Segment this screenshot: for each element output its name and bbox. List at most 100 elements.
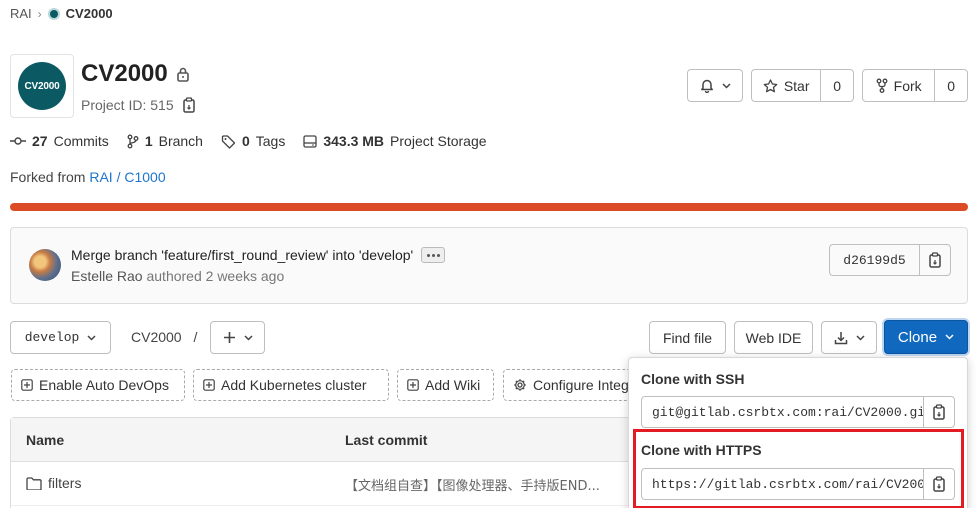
tags-label: Tags <box>255 133 286 149</box>
commit-title-row: Merge branch 'feature/first_round_review… <box>71 247 446 263</box>
download-icon <box>834 331 848 345</box>
lock-icon <box>176 66 190 82</box>
branch-count: 1 <box>144 133 153 149</box>
quick-action-label: Add Wiki <box>425 377 481 393</box>
add-wiki-button[interactable]: Add Wiki <box>397 369 494 401</box>
plus-square-icon <box>21 379 33 391</box>
tags-count: 0 <box>241 133 250 149</box>
web-ide-button[interactable]: Web IDE <box>734 321 813 354</box>
star-label: Star <box>783 77 810 94</box>
gear-icon <box>513 378 527 392</box>
plus-icon <box>223 331 236 344</box>
breadcrumb-project[interactable]: CV2000 <box>47 6 113 21</box>
forked-from: Forked from RAI / C1000 <box>10 169 166 185</box>
last-commit-panel: Merge branch 'feature/first_round_review… <box>10 227 968 304</box>
file-name-cell[interactable]: filters <box>26 475 81 491</box>
commits-label: Commits <box>53 133 109 149</box>
notification-dropdown[interactable] <box>687 69 743 102</box>
column-header-name: Name <box>26 432 65 448</box>
clone-ssh-label: Clone with SSH <box>641 371 745 387</box>
tags-stat[interactable]: 0 Tags <box>221 133 285 149</box>
tag-icon <box>221 134 236 149</box>
project-id: Project ID: 515 <box>81 97 196 113</box>
ellipsis-button[interactable] <box>421 247 446 263</box>
commit-sha[interactable]: d26199d5 <box>829 244 919 276</box>
clone-label: Clone <box>897 328 938 346</box>
copy-icon <box>932 404 946 420</box>
copy-icon[interactable] <box>182 97 196 113</box>
breadcrumb: RAI › CV2000 <box>10 6 113 21</box>
chevron-down-icon <box>721 82 731 89</box>
bell-icon <box>700 78 714 93</box>
commit-title[interactable]: Merge branch 'feature/first_round_review… <box>71 247 413 263</box>
project-stats: 27 Commits 1 Branch 0 Tags 343.3 MB Proj… <box>10 133 487 149</box>
star-button-group: Star 0 <box>751 69 854 102</box>
last-commit-message[interactable]: 【文档组自查】【图像处理器、手持版END... <box>345 475 600 494</box>
forked-from-link[interactable]: RAI / C1000 <box>89 169 165 185</box>
commit-author[interactable]: Estelle Rao <box>71 268 143 284</box>
branches-stat[interactable]: 1 Branch <box>127 133 203 149</box>
file-name: filters <box>48 475 82 491</box>
fork-label: Fork <box>893 77 922 94</box>
storage-icon <box>303 134 317 148</box>
commit-meta: Estelle Rao authored 2 weeks ago <box>71 268 284 284</box>
commits-stat[interactable]: 27 Commits <box>10 133 109 149</box>
fork-count[interactable]: 0 <box>935 70 967 101</box>
enable-auto-devops-button[interactable]: Enable Auto DevOps <box>11 369 185 401</box>
branch-icon <box>127 134 139 149</box>
fork-button-group: Fork 0 <box>862 69 968 102</box>
repo-path: CV2000 / <box>131 329 197 345</box>
commit-time: authored 2 weeks ago <box>142 268 285 284</box>
storage-size: 343.3 MB <box>323 133 385 149</box>
download-dropdown[interactable] <box>821 321 877 354</box>
fork-button[interactable]: Fork <box>863 70 936 101</box>
storage-label: Project Storage <box>390 133 487 149</box>
copy-ssh-url-button[interactable] <box>923 396 955 428</box>
project-mini-avatar <box>47 7 60 20</box>
branch-selector[interactable]: develop <box>10 321 111 354</box>
plus-square-icon <box>407 379 419 391</box>
chevron-down-icon <box>243 334 253 341</box>
star-count[interactable]: 0 <box>821 70 853 101</box>
https-highlight-box <box>633 429 964 508</box>
fork-icon <box>876 78 888 93</box>
forked-from-prefix: Forked from <box>10 169 90 185</box>
commit-sha-group: d26199d5 <box>829 244 951 276</box>
project-avatar[interactable]: CV2000 <box>10 54 74 118</box>
commits-count: 27 <box>32 133 48 149</box>
clone-dropdown: Clone with SSH git@gitlab.csrbtx.com:rai… <box>628 357 968 508</box>
avatar[interactable] <box>29 249 61 281</box>
chevron-down-icon <box>945 334 954 340</box>
copy-sha-button[interactable] <box>919 244 951 276</box>
breadcrumb-group[interactable]: RAI <box>10 6 32 21</box>
clone-ssh-input[interactable]: git@gitlab.csrbtx.com:rai/CV2000.git <box>641 396 923 428</box>
page-title: CV2000 <box>81 60 190 88</box>
chevron-down-icon <box>855 334 865 341</box>
repository-language-bar <box>10 203 968 211</box>
column-header-last-commit: Last commit <box>345 432 428 448</box>
add-to-tree-dropdown[interactable] <box>210 321 265 354</box>
folder-icon <box>26 476 42 490</box>
star-button[interactable]: Star <box>752 70 822 101</box>
copy-icon <box>928 252 942 268</box>
repo-path-root[interactable]: CV2000 <box>131 329 182 345</box>
quick-action-label: Add Kubernetes cluster <box>221 377 367 393</box>
branch-name: develop <box>24 330 80 345</box>
add-kubernetes-cluster-button[interactable]: Add Kubernetes cluster <box>193 369 389 401</box>
repo-path-separator: / <box>193 329 198 345</box>
breadcrumb-project-label: CV2000 <box>65 6 113 21</box>
find-file-button[interactable]: Find file <box>649 321 726 354</box>
project-id-label: Project ID: 515 <box>81 97 174 113</box>
project-avatar-text: CV2000 <box>18 62 66 110</box>
quick-action-label: Enable Auto DevOps <box>39 377 169 393</box>
chevron-right-icon: › <box>37 6 42 21</box>
chevron-down-icon <box>87 334 96 341</box>
clone-button[interactable]: Clone <box>884 320 968 354</box>
language-bar-fill <box>10 203 968 211</box>
star-icon <box>763 78 778 93</box>
storage-stat[interactable]: 343.3 MB Project Storage <box>303 133 487 149</box>
commit-icon <box>10 136 26 146</box>
project-title: CV2000 <box>81 60 168 87</box>
branch-label: Branch <box>158 133 203 149</box>
plus-square-icon <box>203 379 215 391</box>
